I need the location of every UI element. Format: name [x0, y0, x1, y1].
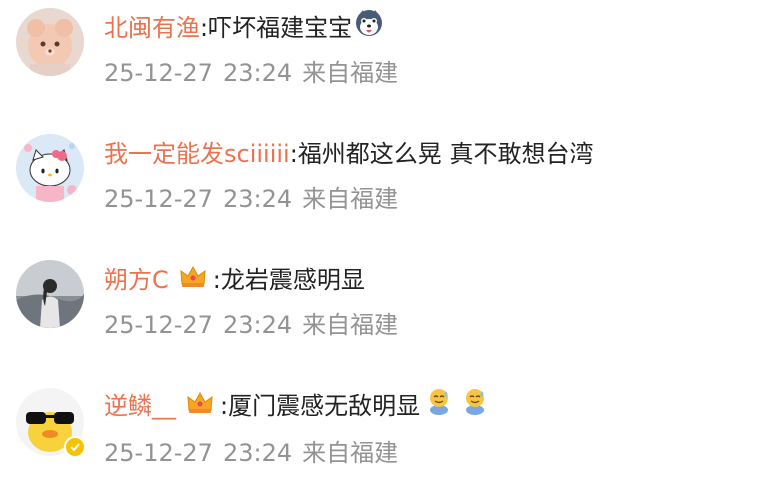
comment-date: 25-12-27	[104, 59, 213, 87]
comment-line: 我一定能发sciiiiii : 福州都这么晃 真不敢想台湾	[104, 136, 593, 172]
comment-location: 来自福建	[302, 439, 399, 467]
comment-meta: 25-12-27 23:24 来自福建	[104, 308, 398, 342]
sweat-face-emoji	[426, 386, 452, 426]
comment-text: 龙岩震感明显	[220, 266, 365, 294]
comment-date: 25-12-27	[104, 439, 213, 467]
husky-dog-emoji	[354, 8, 384, 48]
comment-item: 北闽有渔 : 吓坏福建宝宝 25-12-27 23:24 来自福建	[0, 0, 772, 126]
comment-meta: 25-12-27 23:24 来自福建	[104, 56, 398, 90]
username-link[interactable]: 北闽有渔	[104, 10, 200, 46]
separator: :	[220, 392, 229, 420]
crown-icon	[179, 262, 207, 298]
comment-text: 吓坏福建宝宝	[208, 14, 353, 42]
comment-item: 朔方C : 龙岩震感明显 25-12-27 23:24 来自福建	[0, 252, 772, 378]
separator: :	[289, 140, 298, 168]
comment-time: 23:24	[222, 439, 293, 467]
verified-badge-icon	[64, 436, 86, 458]
username-link[interactable]: 朔方C	[104, 262, 169, 298]
avatar[interactable]	[16, 8, 84, 76]
comment-time: 23:24	[222, 185, 293, 213]
separator: :	[200, 14, 209, 42]
comment-line: 北闽有渔 : 吓坏福建宝宝	[104, 10, 384, 46]
comment-time: 23:24	[222, 311, 293, 339]
comment-meta: 25-12-27 23:24 来自福建	[104, 436, 398, 470]
crown-icon	[186, 388, 214, 424]
comment-location: 来自福建	[302, 185, 399, 213]
separator: :	[212, 266, 221, 294]
comment-time: 23:24	[222, 59, 293, 87]
comment-line: 逆鳞__ : 厦门震感无敌明显	[104, 388, 488, 424]
comment-date: 25-12-27	[104, 311, 213, 339]
username-link[interactable]: 逆鳞__	[104, 388, 176, 424]
avatar[interactable]	[16, 260, 84, 328]
comment-text: 厦门震感无敌明显	[228, 392, 421, 420]
sweat-face-emoji	[462, 386, 488, 426]
username-link[interactable]: 我一定能发sciiiiii	[104, 136, 290, 172]
comment-item: 我一定能发sciiiiii : 福州都这么晃 真不敢想台湾 25-12-27 23…	[0, 126, 772, 252]
comment-item: 逆鳞__ : 厦门震感无敌明显 25-12-27 23:24 来自福建	[0, 378, 772, 504]
comment-line: 朔方C : 龙岩震感明显	[104, 262, 365, 298]
avatar[interactable]	[16, 134, 84, 202]
comment-text: 福州都这么晃 真不敢想台湾	[297, 140, 594, 168]
comment-date: 25-12-27	[104, 185, 213, 213]
comment-location: 来自福建	[302, 311, 399, 339]
comment-location: 来自福建	[302, 59, 399, 87]
comment-meta: 25-12-27 23:24 来自福建	[104, 182, 398, 216]
